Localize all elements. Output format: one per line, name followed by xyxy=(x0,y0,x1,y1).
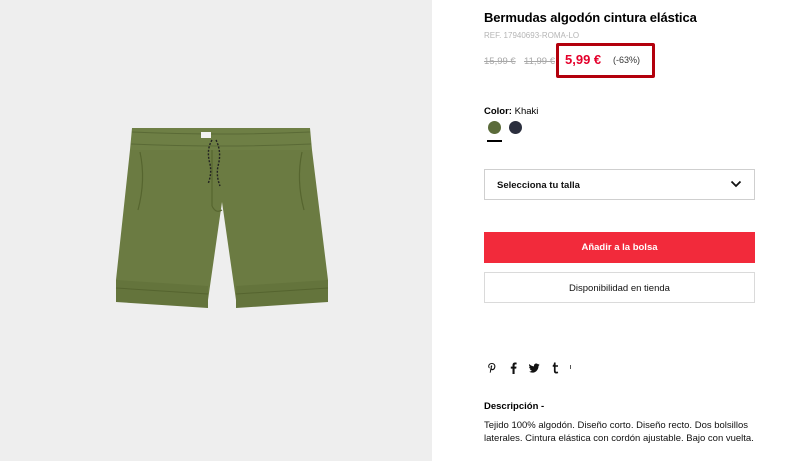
khaki-shorts-image xyxy=(115,128,329,308)
color-value: Khaki xyxy=(514,106,539,117)
store-availability-label: Disponibilidad en tienda xyxy=(569,283,670,294)
color-label: Color: xyxy=(484,106,512,117)
product-ref: REF. 17940693-ROMA-LO xyxy=(484,31,580,40)
previous-price: 11,99 € xyxy=(524,56,555,67)
product-image-panel xyxy=(0,0,432,461)
sale-price: 5,99 € xyxy=(565,52,602,67)
color-selector-label: Color: Khaki xyxy=(484,106,538,117)
size-select-label: Selecciona tu talla xyxy=(497,180,580,191)
add-to-bag-button[interactable]: Añadir a la bolsa xyxy=(484,232,755,263)
product-info: Bermudas algodón cintura elástica REF. 1… xyxy=(484,0,756,461)
description-text: Tejido 100% algodón. Diseño corto. Diseñ… xyxy=(484,420,754,444)
description-title[interactable]: Descripción - xyxy=(484,401,544,412)
original-price: 15,99 € xyxy=(484,56,516,67)
pinterest-icon[interactable] xyxy=(486,362,497,374)
product-title: Bermudas algodón cintura elástica xyxy=(484,10,697,25)
more-share-icon[interactable] xyxy=(568,362,572,374)
color-swatch-navy[interactable] xyxy=(509,121,522,134)
tumblr-icon[interactable] xyxy=(550,362,561,374)
size-select[interactable]: Selecciona tu talla xyxy=(484,169,755,200)
twitter-icon[interactable] xyxy=(529,362,540,374)
facebook-icon[interactable] xyxy=(508,362,519,374)
sale-price-highlight: 5,99 € (-63%) xyxy=(556,43,655,78)
selected-swatch-indicator xyxy=(487,140,502,142)
discount-badge: (-63%) xyxy=(613,55,641,65)
add-to-bag-label: Añadir a la bolsa xyxy=(581,242,658,253)
color-swatch-khaki[interactable] xyxy=(488,121,501,134)
store-availability-button[interactable]: Disponibilidad en tienda xyxy=(484,272,755,303)
chevron-down-icon xyxy=(730,180,742,188)
